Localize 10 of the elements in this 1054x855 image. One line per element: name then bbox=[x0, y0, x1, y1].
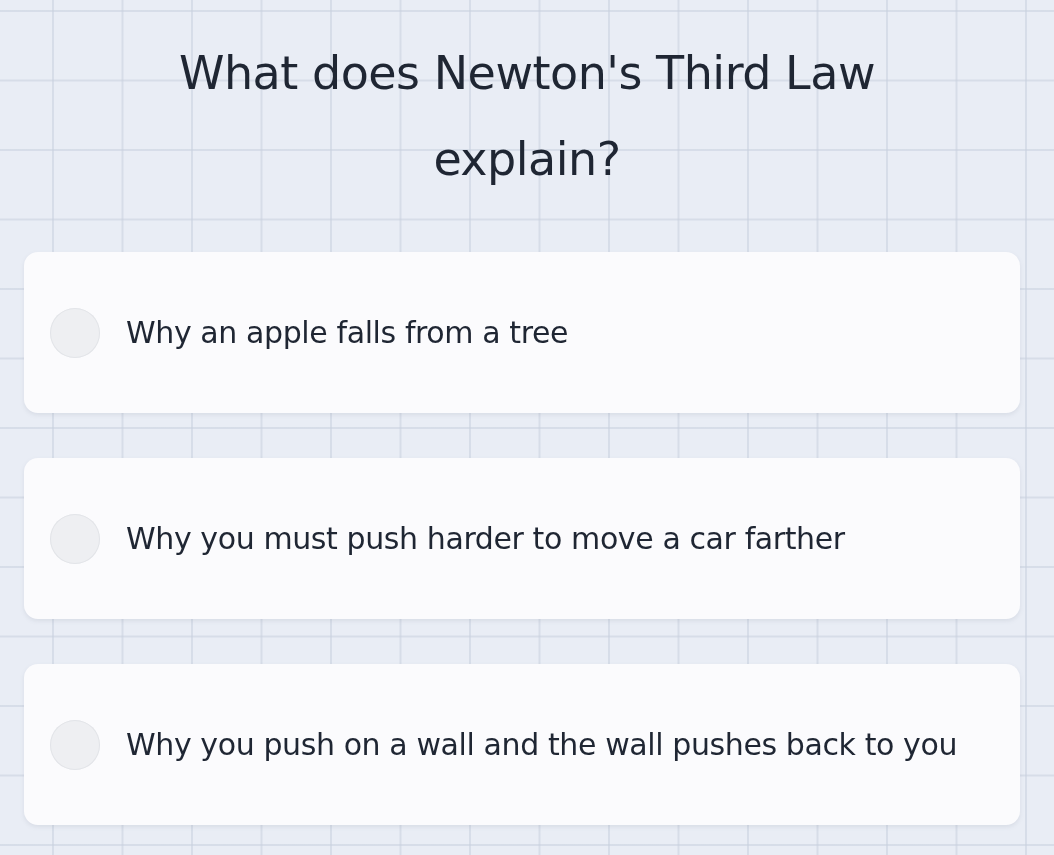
radio-button[interactable] bbox=[50, 307, 100, 358]
answer-option[interactable]: Why you must push harder to move a car farther bbox=[24, 458, 1020, 619]
option-text: Why an apple falls from a tree bbox=[126, 313, 569, 352]
answer-option[interactable]: Why an apple falls from a tree bbox=[24, 252, 1020, 413]
question-title: What does Newton's Third Law explain? bbox=[178, 45, 876, 188]
option-text: Why you push on a wall and the wall pushes back to you bbox=[126, 725, 957, 764]
radio-button[interactable] bbox=[50, 719, 100, 770]
option-text: Why you must push harder to move a car farther bbox=[126, 519, 845, 558]
radio-button[interactable] bbox=[50, 513, 100, 564]
answer-option[interactable]: Why you push on a wall and the wall pushes back to you bbox=[24, 664, 1020, 825]
